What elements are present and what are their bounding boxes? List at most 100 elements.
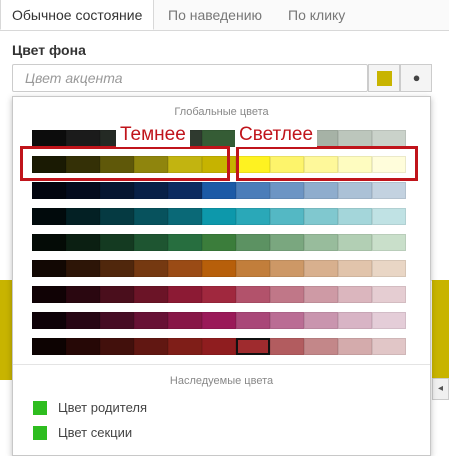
palette-color-swatch[interactable] <box>338 234 372 251</box>
palette-color-swatch[interactable] <box>134 312 168 329</box>
palette-color-swatch[interactable] <box>338 208 372 225</box>
palette-color-swatch[interactable] <box>168 182 202 199</box>
palette-color-swatch[interactable] <box>66 338 100 355</box>
palette-color-swatch[interactable] <box>372 260 406 277</box>
palette-color-swatch[interactable] <box>32 260 66 277</box>
palette-color-swatch[interactable] <box>100 286 134 303</box>
base-color-swatch[interactable] <box>202 338 236 355</box>
global-colors-button[interactable]: ● <box>400 64 432 92</box>
divider <box>13 364 430 365</box>
palette-color-swatch[interactable] <box>66 208 100 225</box>
palette-color-swatch[interactable] <box>66 286 100 303</box>
palette-color-swatch[interactable] <box>66 182 100 199</box>
palette-color-swatch[interactable] <box>168 286 202 303</box>
palette-color-swatch[interactable] <box>66 234 100 251</box>
palette-color-swatch[interactable] <box>236 286 270 303</box>
global-colors-title: Глобальные цвета <box>174 106 269 118</box>
palette-color-swatch[interactable] <box>66 312 100 329</box>
palette-color-swatch[interactable] <box>168 312 202 329</box>
palette-color-swatch[interactable] <box>270 338 304 355</box>
palette-color-swatch[interactable] <box>338 260 372 277</box>
palette-color-swatch[interactable] <box>372 286 406 303</box>
palette-color-swatch[interactable] <box>236 312 270 329</box>
base-color-swatch[interactable] <box>202 312 236 329</box>
palette-color-swatch[interactable] <box>100 312 134 329</box>
palette-color-swatch[interactable] <box>168 208 202 225</box>
palette-color-swatch[interactable] <box>236 182 270 199</box>
palette-color-swatch[interactable] <box>134 234 168 251</box>
base-color-swatch[interactable] <box>202 286 236 303</box>
palette-color-swatch[interactable] <box>236 208 270 225</box>
palette-color-swatch[interactable] <box>338 286 372 303</box>
lighter-annotation: Светлее <box>235 123 318 147</box>
palette-color-swatch[interactable] <box>134 286 168 303</box>
palette-color-swatch[interactable] <box>304 182 338 199</box>
palette-color-swatch[interactable] <box>168 260 202 277</box>
palette-color-swatch[interactable] <box>270 182 304 199</box>
palette-color-swatch[interactable] <box>304 260 338 277</box>
palette-color-swatch[interactable] <box>134 338 168 355</box>
palette-color-swatch[interactable] <box>100 338 134 355</box>
palette-color-swatch[interactable] <box>372 130 406 147</box>
palette-color-swatch[interactable] <box>32 338 66 355</box>
palette-color-swatch[interactable] <box>236 338 270 355</box>
state-tabs: Обычное состояние По наведению По клику <box>0 0 449 31</box>
palette-color-swatch[interactable] <box>270 312 304 329</box>
palette-color-swatch[interactable] <box>66 130 100 147</box>
palette-color-swatch[interactable] <box>270 286 304 303</box>
section-color-swatch <box>33 426 47 440</box>
palette-color-swatch[interactable] <box>32 234 66 251</box>
palette-color-swatch[interactable] <box>134 208 168 225</box>
palette-color-swatch[interactable] <box>100 234 134 251</box>
palette-color-swatch[interactable] <box>32 130 66 147</box>
tab-hover[interactable]: По наведению <box>168 0 278 30</box>
tab-normal[interactable]: Обычное состояние <box>0 0 154 30</box>
palette-color-swatch[interactable] <box>66 260 100 277</box>
palette-color-swatch[interactable] <box>168 234 202 251</box>
side-button[interactable]: ◂ <box>432 378 449 400</box>
palette-color-swatch[interactable] <box>338 182 372 199</box>
palette-color-swatch[interactable] <box>32 286 66 303</box>
parent-color-swatch <box>33 401 47 415</box>
palette-color-swatch[interactable] <box>270 260 304 277</box>
palette-color-swatch[interactable] <box>338 312 372 329</box>
base-color-swatch[interactable] <box>202 130 236 147</box>
palette-color-swatch[interactable] <box>100 208 134 225</box>
palette-color-swatch[interactable] <box>338 338 372 355</box>
palette-color-swatch[interactable] <box>372 208 406 225</box>
base-color-swatch[interactable] <box>202 182 236 199</box>
background-color-label: Цвет фона <box>12 42 86 58</box>
palette-color-swatch[interactable] <box>134 182 168 199</box>
base-color-swatch[interactable] <box>202 260 236 277</box>
palette-color-swatch[interactable] <box>32 182 66 199</box>
palette-color-swatch[interactable] <box>372 312 406 329</box>
palette-color-swatch[interactable] <box>304 338 338 355</box>
darker-annotation: Темнее <box>116 123 190 147</box>
palette-color-swatch[interactable] <box>100 260 134 277</box>
palette-color-swatch[interactable] <box>372 182 406 199</box>
palette-color-swatch[interactable] <box>270 234 304 251</box>
tab-click[interactable]: По клику <box>288 0 368 30</box>
color-swatch <box>377 71 392 86</box>
palette-color-swatch[interactable] <box>304 312 338 329</box>
base-color-swatch[interactable] <box>202 208 236 225</box>
color-input[interactable]: Цвет акцента <box>12 64 368 92</box>
palette-color-swatch[interactable] <box>304 286 338 303</box>
palette-color-swatch[interactable] <box>338 130 372 147</box>
palette-color-swatch[interactable] <box>372 338 406 355</box>
lighter-shades-highlight <box>236 146 418 181</box>
palette-color-swatch[interactable] <box>168 338 202 355</box>
palette-color-swatch[interactable] <box>236 234 270 251</box>
base-color-swatch[interactable] <box>202 234 236 251</box>
palette-color-swatch[interactable] <box>304 234 338 251</box>
palette-color-swatch[interactable] <box>372 234 406 251</box>
palette-color-swatch[interactable] <box>32 208 66 225</box>
palette-color-swatch[interactable] <box>100 182 134 199</box>
palette-color-swatch[interactable] <box>236 260 270 277</box>
palette-color-swatch[interactable] <box>32 312 66 329</box>
palette-color-swatch[interactable] <box>270 208 304 225</box>
accent-background-strip <box>0 280 12 380</box>
palette-color-swatch[interactable] <box>304 208 338 225</box>
palette-color-swatch[interactable] <box>134 260 168 277</box>
color-swatch-button[interactable] <box>368 64 400 92</box>
